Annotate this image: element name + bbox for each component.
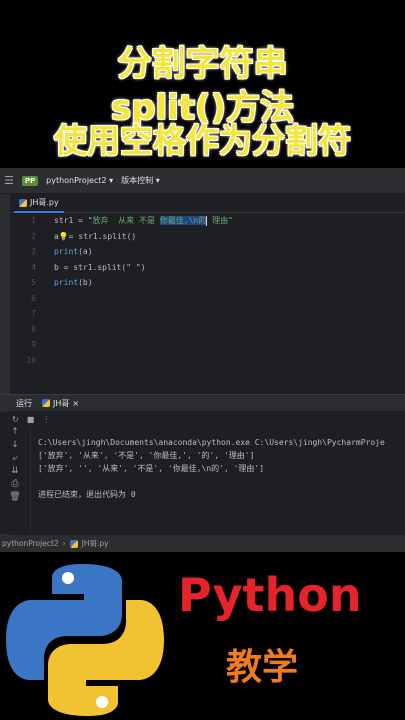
code-line-4: b = str1.split(" ") (54, 262, 146, 272)
console-line: ['放弃', '', '从来', '不是', '你最佳,\n的', '理由'] (38, 464, 265, 473)
stop-icon[interactable]: ■ (27, 415, 35, 424)
python-logo-icon (6, 564, 164, 716)
menu-icon[interactable]: ☰ (4, 174, 14, 187)
python-file-icon (42, 399, 50, 407)
selected-text: 你最佳,\n的 (159, 216, 207, 225)
tab-label: JH哥.py (30, 198, 59, 207)
lightbulb-icon[interactable]: 💡 (59, 232, 69, 241)
print-icon[interactable]: ⎙ (0, 478, 30, 491)
console-line: ['放弃', '从来', '不是', '你最佳,', '的', '理由'] (38, 451, 255, 460)
code-line-3: print(a) (54, 247, 93, 256)
code-line-2: a💡= str1.split() (54, 231, 137, 241)
code-editor[interactable]: 1 2 3 4 5 6 7 8 9 10 str1 = "放弃 从来 不是 你最… (10, 213, 405, 395)
run-toolbar: ↻ ■ ⋮ (0, 412, 405, 426)
ide-window: ☰ PP pythonProject2 ▾ 版本控制 ▾ JH哥.py 1 2 … (0, 168, 405, 552)
code-line-5: print(b) (54, 278, 93, 287)
console-line: C:\Users\jingh\Documents\anaconda\python… (38, 438, 385, 447)
chevron-right-icon: › (62, 539, 66, 548)
headline-line-1: 分割字符串 (117, 44, 288, 84)
code-line-1: str1 = "放弃 从来 不是 你最佳,\n的 理由" (54, 215, 233, 226)
run-console[interactable]: C:\Users\jingh\Documents\anaconda\python… (38, 436, 405, 501)
run-tab-jh[interactable]: JH哥 × (38, 398, 83, 409)
line-number: 3 (31, 247, 36, 256)
status-bar: pythonProject2 › JH哥.py (0, 535, 405, 552)
status-project[interactable]: pythonProject2 (2, 539, 59, 548)
close-icon[interactable]: × (72, 399, 79, 408)
project-name: pythonProject2 (46, 176, 107, 185)
run-tab-label: JH哥 (53, 398, 70, 408)
status-file[interactable]: JH哥.py (82, 538, 109, 549)
brand-subtitle: 教学 (226, 647, 299, 688)
line-number: 1 (31, 216, 36, 225)
python-file-icon (69, 539, 78, 548)
line-gutter: 1 2 3 4 5 6 7 8 9 10 (10, 213, 40, 368)
headline-line-3: 使用空格作为分割符 (54, 121, 351, 160)
line-number: 2 (31, 231, 36, 241)
more-icon[interactable]: ⋮ (42, 415, 50, 424)
project-selector[interactable]: pythonProject2 ▾ (46, 176, 113, 185)
scroll-end-icon[interactable]: ⇊ (0, 465, 30, 478)
vcs-label: 版本控制 (121, 176, 154, 185)
line-number: 6 (31, 293, 36, 303)
line-number: 9 (31, 340, 36, 349)
run-label: 运行 (16, 398, 32, 408)
run-panel-header: 运行 JH哥 × (0, 395, 405, 411)
trash-icon[interactable]: 🗑 (0, 491, 30, 504)
vcs-selector[interactable]: 版本控制 ▾ (121, 175, 160, 186)
up-arrow-icon[interactable]: ↑ (0, 426, 30, 439)
run-side-toolbar: ↑ ↓ ⤶ ⇊ ⎙ 🗑 (0, 426, 31, 534)
down-arrow-icon[interactable]: ↓ (0, 439, 30, 452)
wrap-icon[interactable]: ⤶ (0, 452, 30, 465)
project-badge: PP (21, 175, 39, 186)
console-line: 进程已结束，退出代码为 0 (38, 490, 136, 499)
line-number: 5 (31, 278, 36, 287)
tab-jh-py[interactable]: JH哥.py (14, 194, 64, 213)
brand-name: Python (178, 568, 362, 622)
code-lines: str1 = "放弃 从来 不是 你最佳,\n的 理由" a💡= str1.sp… (54, 213, 405, 291)
python-file-icon (19, 198, 27, 207)
editor-tabbar: JH哥.py (10, 194, 405, 213)
line-number: 10 (26, 355, 36, 365)
rerun-icon[interactable]: ↻ (12, 415, 19, 424)
line-number: 8 (31, 324, 36, 334)
line-number: 4 (31, 262, 36, 272)
line-number: 7 (31, 309, 36, 318)
ide-topbar: ☰ PP pythonProject2 ▾ 版本控制 ▾ (0, 168, 405, 194)
